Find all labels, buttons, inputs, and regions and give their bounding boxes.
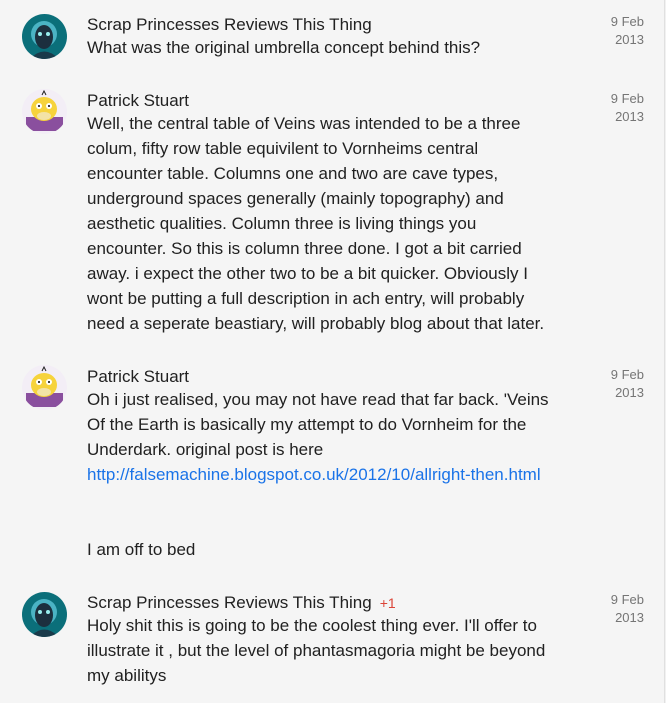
comment-date[interactable]: 9 Feb 2013	[598, 13, 644, 49]
comment-line: need a seperate beastiary, will probably…	[87, 314, 545, 333]
avatar-psyduck-icon	[22, 89, 67, 134]
comment-author[interactable]: Patrick Stuart	[87, 90, 189, 112]
comment-author[interactable]: Scrap Princesses Reviews This Thing +1	[87, 592, 396, 614]
avatar-scrap-princess-icon	[22, 592, 67, 637]
date-day: 9 Feb	[610, 367, 644, 382]
comment-line: underground spaces generally (mainly top…	[87, 189, 504, 208]
comment-date[interactable]: 9 Feb 2013	[598, 366, 644, 402]
comment-line: Well, the central table of Veins was int…	[87, 114, 521, 133]
avatar-psyduck-icon	[22, 365, 67, 410]
post-link[interactable]: http://falsemachine.blogspot.co.uk/2012/…	[87, 465, 541, 484]
comment-line: Underdark. original post is here	[87, 440, 324, 459]
comment-line: my abilitys	[87, 666, 167, 685]
author-name[interactable]: Scrap Princesses Reviews This Thing	[87, 15, 372, 34]
comment-line: Holy shit this is going to be the cooles…	[87, 616, 537, 635]
avatar[interactable]	[22, 592, 67, 637]
author-name[interactable]: Scrap Princesses Reviews This Thing	[87, 593, 372, 612]
avatar[interactable]	[22, 89, 67, 134]
comment-line: Of the Earth is basically my attempt to …	[87, 415, 527, 434]
comments-panel: Scrap Princesses Reviews This Thing What…	[0, 0, 665, 703]
comment-line: wont be putting a full description in ac…	[87, 289, 525, 308]
comment-line: I am off to bed	[87, 540, 196, 559]
comment-date[interactable]: 9 Feb 2013	[598, 90, 644, 126]
comment-line: Oh i just realised, you may not have rea…	[87, 390, 549, 409]
comment-body: Holy shit this is going to be the cooles…	[87, 613, 577, 688]
comment-line: What was the original umbrella concept b…	[87, 38, 481, 57]
comment-author[interactable]: Patrick Stuart	[87, 366, 189, 388]
comment-line: colum, fifty row table equivilent to Vor…	[87, 139, 479, 158]
avatar-scrap-princess-icon	[22, 14, 67, 59]
comment-line: illustrate it , but the level of phantas…	[87, 641, 546, 660]
date-year: 2013	[615, 610, 644, 625]
date-day: 9 Feb	[610, 592, 644, 607]
avatar[interactable]	[22, 14, 67, 59]
comment-body: What was the original umbrella concept b…	[87, 35, 577, 60]
comment-line: aesthetic qualities. Column three is liv…	[87, 214, 477, 233]
comment-line: encounter. So this is column three done.…	[87, 239, 522, 258]
date-day: 9 Feb	[610, 91, 644, 106]
date-year: 2013	[615, 32, 644, 47]
avatar[interactable]	[22, 365, 67, 410]
plus-one-count[interactable]: +1	[380, 595, 396, 611]
author-name[interactable]: Patrick Stuart	[87, 367, 189, 386]
comment-line: away. i expect the other two to be a bit…	[87, 264, 528, 283]
date-year: 2013	[615, 385, 644, 400]
author-name[interactable]: Patrick Stuart	[87, 91, 189, 110]
comment-date[interactable]: 9 Feb 2013	[598, 591, 644, 627]
date-day: 9 Feb	[610, 14, 644, 29]
comment-author[interactable]: Scrap Princesses Reviews This Thing	[87, 14, 380, 36]
comment-line: encounter table. Columns one and two are…	[87, 164, 499, 183]
comment-body: Oh i just realised, you may not have rea…	[87, 387, 577, 562]
comment-body: Well, the central table of Veins was int…	[87, 111, 577, 336]
date-year: 2013	[615, 109, 644, 124]
